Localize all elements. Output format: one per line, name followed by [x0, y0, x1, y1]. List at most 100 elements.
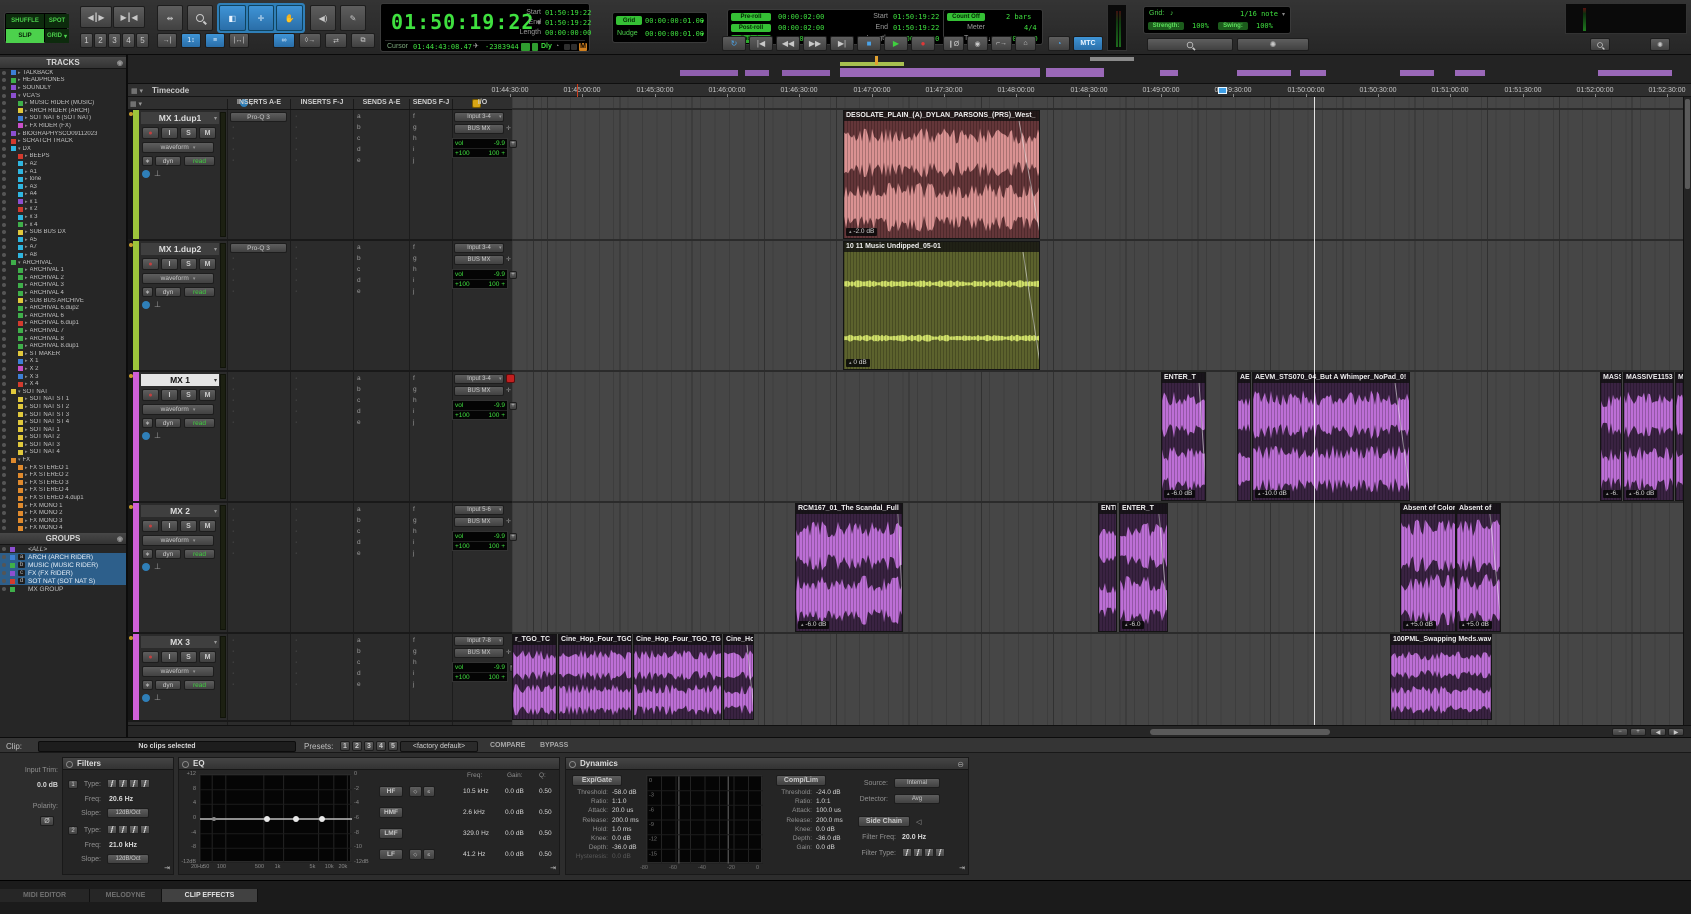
send-slot[interactable]: b [357, 647, 361, 656]
send-slot[interactable]: i [413, 407, 414, 416]
track-name-label[interactable]: SOT NAT 2 [30, 434, 60, 440]
ruler-menu-icon[interactable]: ▦ ▾ [131, 87, 143, 95]
post-roll-toggle[interactable]: Post-roll [731, 24, 771, 32]
timebase-ruler[interactable]: ▦ ▾ Timecode 01:44:30:0001:45:00:0001:45… [0, 84, 1691, 97]
filter-shape-button[interactable] [129, 779, 139, 788]
sidebar-track-item[interactable]: ▸SUB BUS DX [0, 228, 126, 236]
eq-band-q[interactable]: 0.50 [539, 809, 552, 816]
send-slot[interactable]: g [413, 123, 417, 132]
eq-graph[interactable] [199, 774, 351, 862]
filter-shape-button[interactable] [902, 848, 912, 857]
track-show-dot[interactable] [2, 405, 6, 409]
io-output-plus-icon[interactable]: ✛ [506, 387, 511, 394]
track-elastic-audio-icon[interactable] [142, 563, 150, 571]
track-show-dot[interactable] [2, 496, 6, 500]
track-freeze-button[interactable]: ∗ [142, 287, 153, 297]
side-chain-listen-icon[interactable]: ◁ [916, 818, 921, 826]
sidebar-track-item[interactable]: ▸FX STEREO 4 [0, 487, 126, 495]
dyn-param-value[interactable]: 1.0 ms [612, 826, 632, 833]
insert-slot-empty[interactable]: · [295, 123, 297, 132]
count-off-value[interactable]: 2 bars [1006, 13, 1031, 21]
pan-left-value[interactable]: +100 [455, 281, 470, 288]
pan-left-value[interactable]: +100 [455, 150, 470, 157]
sidebar-track-item[interactable]: ▸SCRATCH TRACK [0, 137, 126, 145]
sidebar-track-item[interactable]: ▸FX MONO 1 [0, 502, 126, 510]
group-name-label[interactable]: FX (FX RIDER) [28, 570, 73, 577]
track-name-label[interactable]: BEEPS [30, 153, 50, 159]
filter2-slope-button[interactable]: 12dB/Oct [107, 854, 149, 864]
track-name-label[interactable]: ARCHIVAL 8.dup1 [30, 343, 79, 349]
filter-shape-button[interactable] [107, 779, 117, 788]
scrubber-tool-button[interactable]: ◀) [310, 5, 336, 31]
eq-band-hmf-button[interactable]: HMF [379, 807, 403, 818]
insertion-follows-playback-button[interactable]: |↔| [229, 33, 249, 48]
track-name-label[interactable]: ARCHIVAL 6.dup1 [30, 320, 79, 326]
track-name-label[interactable]: A7 [30, 244, 37, 250]
group-enable-dot[interactable] [2, 555, 6, 559]
sidebar-track-item[interactable]: ▸ARCHIVAL 6.dup2 [0, 304, 126, 312]
sidebar-track-item[interactable]: ▾FX [0, 456, 126, 464]
track-elastic-audio-icon[interactable] [142, 432, 150, 440]
sidebar-track-item[interactable]: ▸ARCHIVAL 7 [0, 327, 126, 335]
track-name-label[interactable]: FX STEREO 2 [30, 472, 69, 478]
sidebar-track-item[interactable]: ▸FX MONO 4 [0, 525, 126, 533]
group-item[interactable]: aARCH (ARCH RIDER) [0, 553, 126, 561]
track-name[interactable]: MX 3 [141, 636, 219, 648]
sidebar-track-item[interactable]: ▸SOT NAT ST 1 [0, 396, 126, 404]
send-slot[interactable]: i [413, 145, 414, 154]
track-show-dot[interactable] [2, 230, 6, 234]
send-slot[interactable]: g [413, 254, 417, 263]
post-roll-value[interactable]: 00:00:02:00 [778, 24, 824, 32]
exp-gate-button[interactable]: Exp/Gate [572, 775, 622, 786]
duplicate-button[interactable]: ⧉ [351, 33, 375, 48]
insert-slot-empty[interactable]: · [232, 123, 234, 132]
group-enable-dot[interactable] [2, 579, 6, 583]
sidebar-track-item[interactable]: ▸ARCH RIDER (ARCH) [0, 107, 126, 115]
scroll-right-button[interactable]: ▶ [1668, 728, 1684, 736]
expand-icon[interactable]: ⇥ [550, 864, 556, 872]
track-name-label[interactable]: VCA'S [23, 93, 40, 99]
sidebar-track-item[interactable]: ▸SOT NAT 3 [0, 441, 126, 449]
track-name-label[interactable]: FX MONO 4 [30, 525, 63, 531]
track-name-label[interactable]: TALKBACK [23, 70, 54, 76]
sidebar-track-item[interactable]: ▾ARCHIVAL [0, 259, 126, 267]
io-input-caret-icon[interactable]: ▾ [499, 245, 502, 251]
group-enable-dot[interactable] [2, 571, 6, 575]
track-show-dot[interactable] [2, 162, 6, 166]
track-name-label[interactable]: SCRATCH TRACK [23, 138, 73, 144]
power-icon[interactable] [182, 761, 189, 768]
track-name-label[interactable]: SOT NAT ST 2 [30, 404, 70, 410]
transport-end-button[interactable]: ▶| [830, 36, 854, 51]
eq-band-freq[interactable]: 41.2 Hz [463, 851, 485, 858]
send-slot[interactable]: g [413, 385, 417, 394]
group-item[interactable]: cFX (FX RIDER) [0, 569, 126, 577]
meter-gear-button[interactable]: ✺ [1650, 38, 1670, 51]
track-view-selector[interactable]: waveform▾ [142, 666, 214, 677]
eq-band-q[interactable]: 0.50 [539, 851, 552, 858]
nudge-caret-icon[interactable]: ▾ [701, 31, 704, 38]
eq-band-gain[interactable]: 0.0 dB [505, 788, 524, 795]
track-automation-mode[interactable]: read [184, 287, 215, 297]
track-name-label[interactable]: BIOGRAPHYSCO09112023 [23, 131, 98, 137]
track-freeze-button[interactable]: ∗ [142, 680, 153, 690]
track-open-dot[interactable] [129, 374, 133, 378]
sel-end-value[interactable]: 01:50:19:22 [893, 24, 939, 32]
io-expand-button[interactable]: + [509, 664, 517, 672]
wait-for-note-button[interactable]: ❙Ø [943, 36, 964, 51]
mode-slip-button[interactable]: SLIP [6, 29, 44, 43]
track-show-dot[interactable] [2, 420, 6, 424]
side-chain-button[interactable]: Side Chain [858, 816, 910, 827]
send-slot[interactable]: g [413, 516, 417, 525]
insert-slot-empty[interactable]: · [232, 134, 234, 143]
track-show-dot[interactable] [2, 306, 6, 310]
track-record-enable-button[interactable]: ● [142, 258, 159, 270]
group-name-label[interactable]: MX GROUP [28, 586, 63, 593]
sidebar-track-item[interactable]: ▸x 2 [0, 206, 126, 214]
trim-smart-tool-button[interactable]: ◧ [219, 5, 246, 31]
sidebar-track-item[interactable]: ▸BEEPS [0, 153, 126, 161]
dyn-param-value[interactable]: 200.0 ms [816, 817, 843, 824]
sidebar-track-item[interactable]: ▸FX STEREO 2 [0, 471, 126, 479]
send-slot[interactable]: h [413, 134, 417, 143]
eq-band-freq[interactable]: 2.6 kHz [463, 809, 485, 816]
group-enable-dot[interactable] [2, 563, 6, 567]
